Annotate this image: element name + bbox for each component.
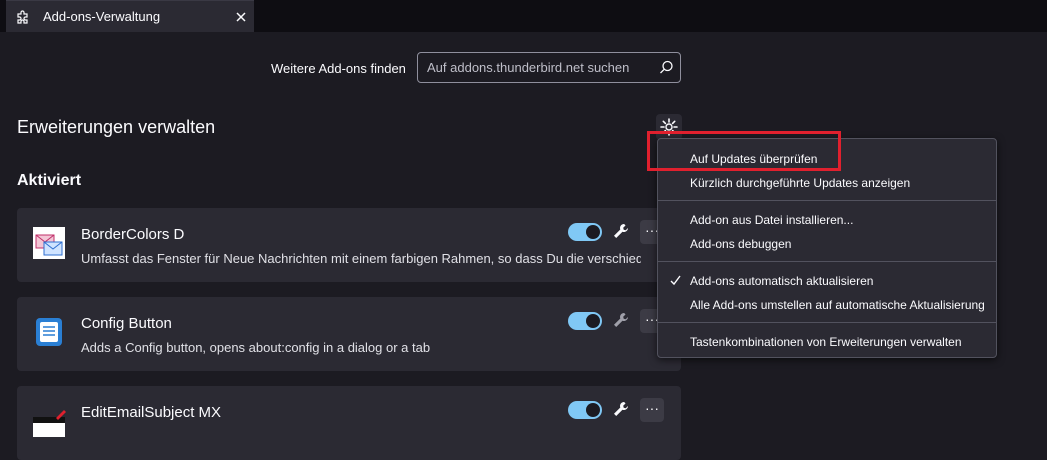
page-title: Erweiterungen verwalten (17, 117, 216, 137)
addon-enable-toggle[interactable] (568, 223, 602, 241)
tab-addons-manager[interactable]: Add-ons-Verwaltung (6, 0, 254, 32)
menu-item-reset-auto-update[interactable]: Alle Add-ons umstellen auf automatische … (658, 293, 996, 317)
menu-item-manage-shortcuts[interactable]: Tastenkombinationen von Erweiterungen ve… (658, 330, 996, 354)
close-icon[interactable] (232, 8, 250, 26)
menu-separator (658, 200, 996, 201)
search-box (417, 52, 681, 83)
addon-name: Config Button (81, 315, 172, 332)
addon-enable-toggle[interactable] (568, 312, 602, 330)
toggle-knob (586, 225, 600, 239)
menu-item-label: Add-ons debuggen (690, 237, 792, 251)
section-title-enabled: Aktiviert (17, 172, 82, 189)
tab-title: Add-ons-Verwaltung (43, 9, 161, 24)
menu-item-label: Tastenkombinationen von Erweiterungen ve… (690, 335, 962, 349)
wrench-icon[interactable] (609, 309, 633, 333)
search-icon[interactable] (659, 60, 674, 75)
edit-email-icon (33, 410, 66, 437)
toggle-knob (586, 403, 600, 417)
menu-item-label: Add-on aus Datei installieren... (690, 213, 854, 227)
menu-item-label: Alle Add-ons umstellen auf automatische … (690, 298, 985, 312)
menu-item-debug-addons[interactable]: Add-ons debuggen (658, 232, 996, 256)
puzzle-icon (17, 10, 28, 24)
menu-item-auto-update[interactable]: Add-ons automatisch aktualisieren (658, 269, 996, 293)
tools-menu: Auf Updates überprüfen Kürzlich durchgef… (657, 138, 997, 358)
check-icon (670, 275, 681, 286)
menu-item-label: Kürzlich durchgeführte Updates anzeigen (690, 176, 911, 190)
addon-name: EditEmailSubject MX (81, 404, 222, 421)
menu-separator (658, 261, 996, 262)
menu-item-recent-updates[interactable]: Kürzlich durchgeführte Updates anzeigen (658, 171, 996, 195)
toggle-knob (586, 314, 600, 328)
envelope-icon (33, 227, 65, 259)
wrench-icon[interactable] (609, 220, 633, 244)
menu-item-install-from-file[interactable]: Add-on aus Datei installieren... (658, 208, 996, 232)
menu-separator (658, 322, 996, 323)
addon-description: Adds a Config button, opens about:config… (81, 340, 431, 355)
addon-more-button[interactable]: ··· (640, 398, 664, 422)
find-addons-label: Weitere Add-ons finden (271, 61, 406, 76)
tab-bar: Add-ons-Verwaltung (0, 0, 1047, 32)
wrench-icon[interactable] (609, 398, 633, 422)
search-input[interactable] (418, 53, 648, 82)
addon-description: Umfasst das Fenster für Neue Nachrichten… (81, 251, 641, 266)
menu-item-label: Add-ons automatisch aktualisieren (690, 274, 874, 288)
addon-card[interactable]: EditEmailSubject MX ··· (17, 386, 681, 460)
addon-enable-toggle[interactable] (568, 401, 602, 419)
addon-card[interactable]: Config Button Adds a Config button, open… (17, 297, 681, 371)
addon-name: BorderColors D (81, 226, 185, 243)
addon-card[interactable]: BorderColors D Umfasst das Fenster für N… (17, 208, 681, 282)
document-icon (36, 318, 62, 346)
highlight-box (647, 131, 841, 171)
